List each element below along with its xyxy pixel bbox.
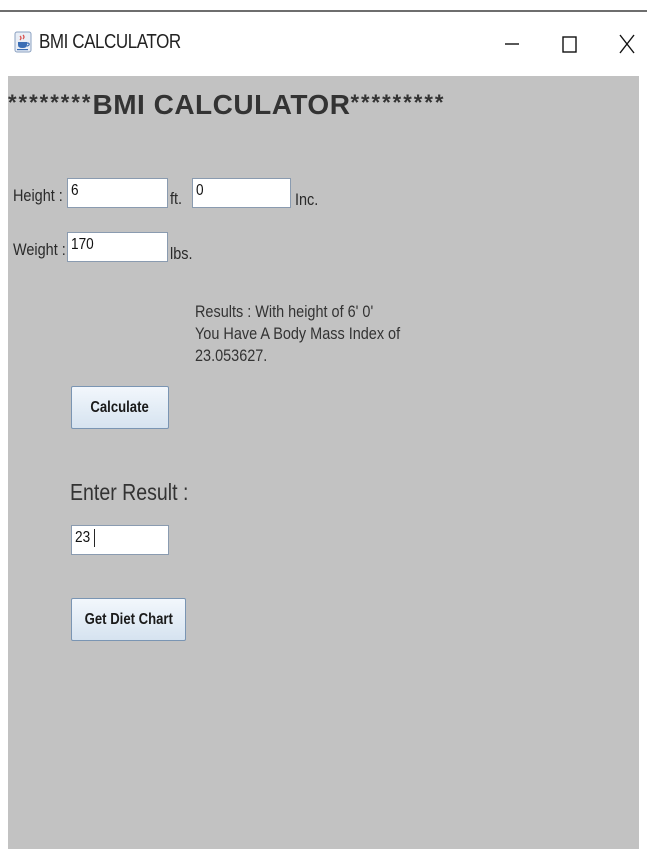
result-input[interactable]: 23 <box>71 525 169 555</box>
inches-unit-label: Inc. <box>295 190 319 209</box>
title-prefix-stars: ******** <box>8 90 93 115</box>
enter-result-label: Enter Result : <box>70 479 189 505</box>
calculate-button[interactable]: Calculate <box>71 386 169 429</box>
results-line-1: Results : With height of 6' 0' <box>195 302 374 321</box>
results-line-3: 23.053627. <box>195 346 268 365</box>
weight-field[interactable]: 170 <box>67 232 168 262</box>
minimize-icon[interactable] <box>494 26 530 62</box>
close-icon[interactable] <box>610 26 646 62</box>
results-text: Results : With height of 6' 0' You Have … <box>195 301 400 367</box>
maximize-icon[interactable] <box>552 26 588 62</box>
height-feet-field[interactable]: 6 <box>67 178 168 208</box>
java-cup-icon <box>14 31 32 53</box>
height-label: Height : <box>13 186 63 205</box>
title-suffix-stars: ********* <box>350 90 446 115</box>
results-line-2: You Have A Body Mass Index of <box>195 324 401 343</box>
window-title: BMI CALCULATOR <box>39 31 181 53</box>
weight-label: Weight : <box>13 240 66 259</box>
feet-unit-label: ft. <box>170 189 183 208</box>
page-title: ********BMI CALCULATOR********* <box>8 89 446 121</box>
text-caret <box>93 529 95 547</box>
title-text: BMI CALCULATOR <box>92 89 351 120</box>
calculator-panel: ********BMI CALCULATOR********* Height :… <box>8 76 639 849</box>
get-diet-chart-button[interactable]: Get Diet Chart <box>71 598 186 641</box>
height-inches-field[interactable]: 0 <box>192 178 291 208</box>
weight-unit-label: lbs. <box>170 244 193 263</box>
